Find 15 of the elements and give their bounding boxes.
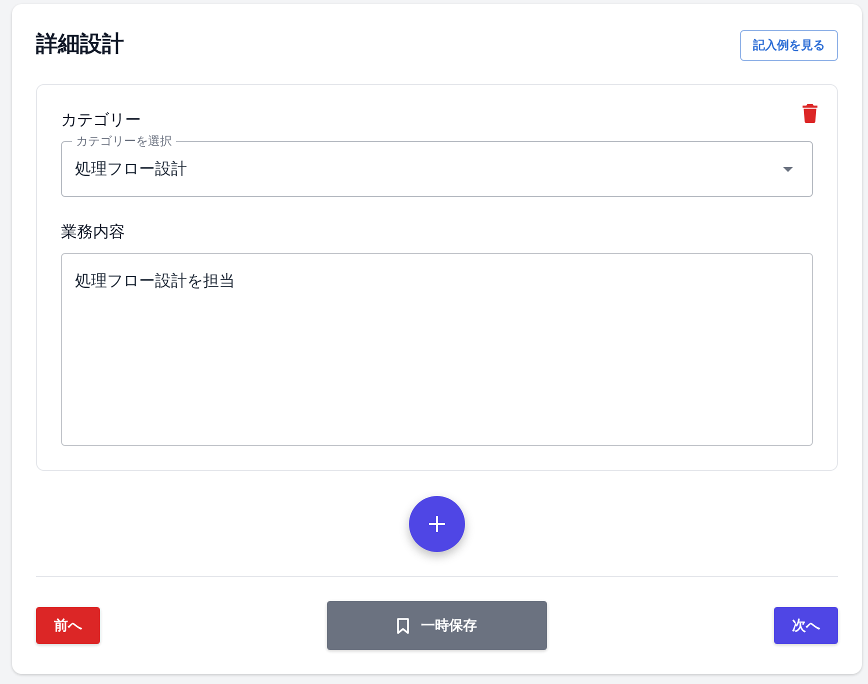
select-floating-label: カテゴリーを選択 (75, 133, 173, 149)
page-title: 詳細設計 (36, 31, 124, 59)
next-button[interactable]: 次へ (774, 607, 838, 644)
bookmark-icon (397, 618, 409, 634)
category-select[interactable]: カテゴリーを選択 処理フロー設計 (61, 133, 813, 197)
back-button[interactable]: 前へ (36, 607, 100, 644)
description-field[interactable]: 処理フロー設計を担当 (61, 253, 813, 446)
field-label: 業務内容 (61, 221, 126, 243)
save-draft-button[interactable]: 一時保存 (327, 601, 547, 650)
plus-icon (429, 516, 445, 532)
add-button[interactable] (409, 496, 465, 552)
trash-icon[interactable] (802, 104, 818, 123)
field-label: カテゴリー (61, 109, 141, 131)
caret-icon (783, 166, 793, 172)
view-example-button[interactable]: 記入例を見る (740, 30, 838, 60)
